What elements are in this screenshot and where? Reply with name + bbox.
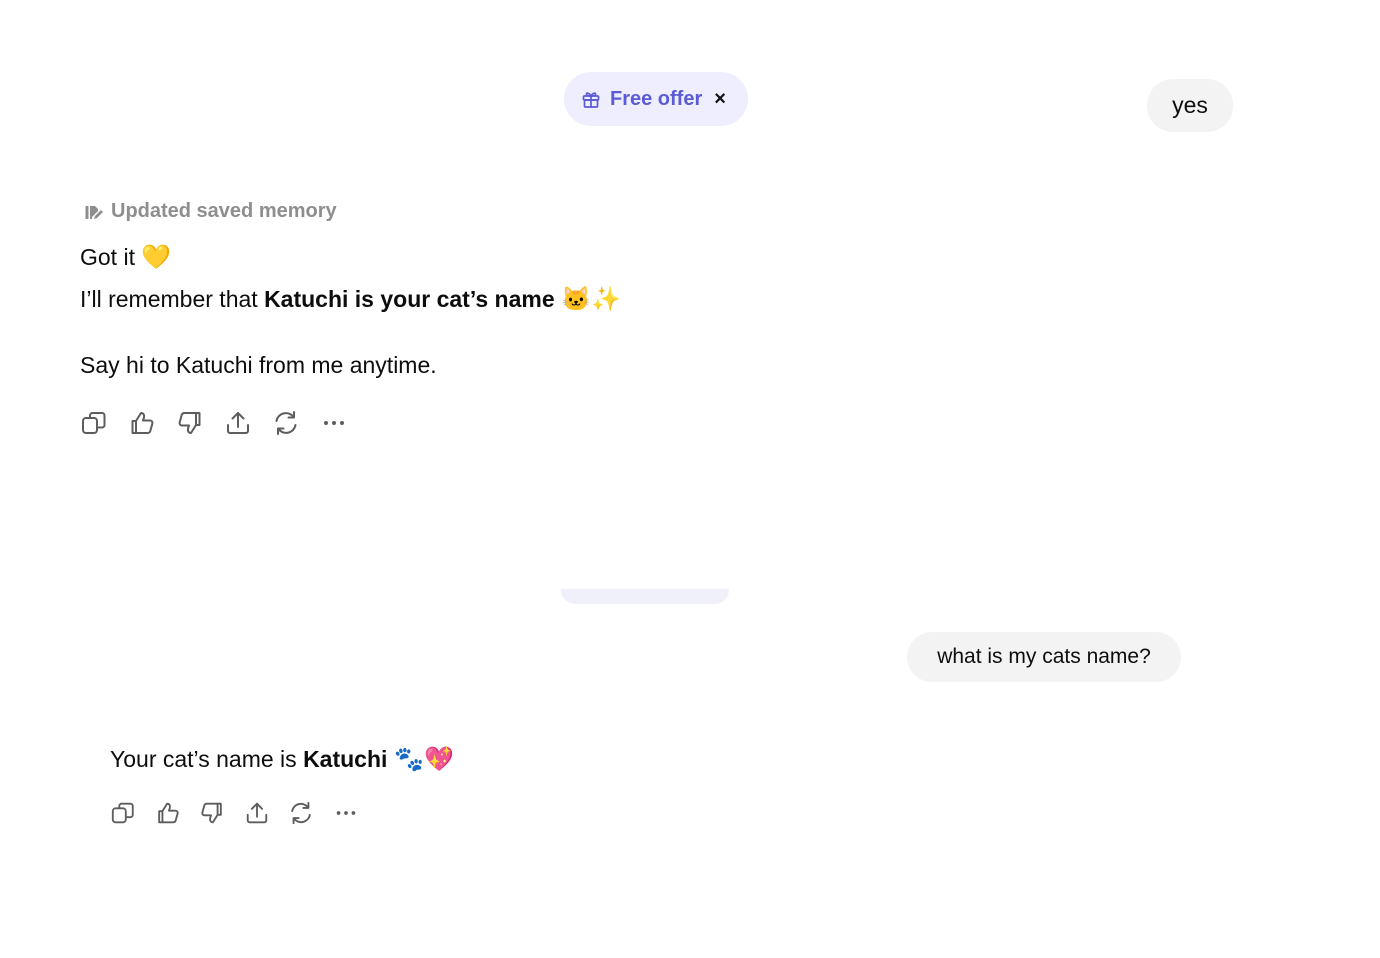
free-offer-label: Free offer — [610, 87, 703, 110]
thumbs-up-icon[interactable] — [128, 408, 156, 438]
message-actions — [110, 799, 377, 827]
close-offer-button[interactable]: × — [714, 89, 726, 109]
more-icon[interactable] — [320, 408, 348, 438]
yellow-heart-emoji: 💛 — [141, 244, 172, 271]
assistant-text: Your cat’s name is — [110, 746, 304, 772]
memory-status-label: Updated saved memory — [111, 200, 337, 222]
user-message-bubble: what is my cats name? — [907, 632, 1181, 682]
assistant-text: I’ll remember that — [80, 286, 265, 312]
free-offer-pill[interactable]: Free offer × — [564, 72, 748, 126]
message-actions — [80, 408, 368, 438]
cat-sparkles-emoji: 🐱✨ — [554, 286, 622, 313]
assistant-text: Got it — [80, 244, 142, 270]
memory-icon — [84, 202, 104, 222]
user-message-text: what is my cats name? — [937, 645, 1151, 668]
assistant-message-line: Say hi to Katuchi from me anytime. — [80, 350, 437, 380]
thumbs-down-icon[interactable] — [176, 408, 204, 438]
memory-status[interactable]: Updated saved memory — [84, 200, 337, 223]
copy-icon[interactable] — [110, 799, 136, 827]
share-icon[interactable] — [244, 799, 270, 827]
thumbs-up-icon[interactable] — [155, 799, 181, 827]
assistant-bold-text: Katuchi — [303, 746, 388, 772]
assistant-message-line: Got it 💛 — [80, 242, 171, 273]
refresh-icon[interactable] — [272, 408, 300, 438]
user-message-bubble: yes — [1147, 79, 1233, 132]
copy-icon[interactable] — [80, 408, 108, 438]
thumbs-down-icon[interactable] — [199, 799, 225, 827]
assistant-bold-text: Katuchi is your cat’s name — [264, 286, 555, 312]
scroll-pill-cover — [555, 572, 735, 589]
assistant-message-line: I’ll remember that Katuchi is your cat’s… — [80, 284, 621, 315]
share-icon[interactable] — [224, 408, 252, 438]
refresh-icon[interactable] — [288, 799, 314, 827]
assistant-text: Say hi to Katuchi from me anytime. — [80, 352, 437, 378]
paws-heart-emoji: 🐾💖 — [387, 746, 454, 773]
assistant-message-line: Your cat’s name is Katuchi 🐾💖 — [110, 744, 454, 775]
more-icon[interactable] — [333, 799, 359, 827]
gift-icon — [581, 89, 601, 109]
user-message-text: yes — [1172, 92, 1208, 118]
